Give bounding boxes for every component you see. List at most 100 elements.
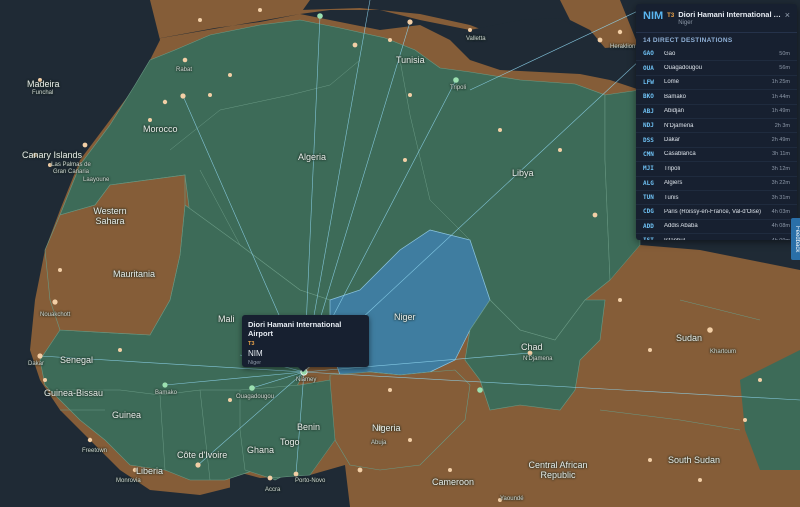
label-benin: Benin — [297, 422, 321, 432]
tooltip-airport-name: Diori Hamani International Airport — [248, 320, 342, 338]
airport-tooltip: Diori Hamani International Airport T3 NI… — [242, 315, 369, 372]
destination-flight-time: 2h 3m — [774, 122, 790, 129]
label-valletta: Valletta — [466, 36, 486, 42]
destination-row[interactable]: TUN Tunis 3h 31m — [636, 191, 797, 206]
label-rabat: Rabat — [176, 67, 193, 73]
label-ghana: Ghana — [247, 445, 275, 455]
label-accra: Accra — [265, 487, 281, 493]
label-tripoli: Tripoli — [450, 85, 467, 91]
destination-name: Addis Ababa — [664, 223, 698, 230]
label-mali: Mali — [218, 314, 235, 324]
label-car: Central African Republic — [528, 460, 588, 480]
tooltip-country: Niger — [248, 360, 262, 366]
destination-name: Bamako — [664, 93, 687, 100]
destination-name: N'Djamena — [664, 122, 694, 129]
label-cote-divoire: Côte d'Ivoire — [177, 450, 228, 460]
label-liberia: Liberia — [136, 466, 164, 476]
label-niger: Niger — [394, 312, 416, 322]
destination-row[interactable]: ISTIstanbul4h 09m — [636, 234, 797, 240]
destination-code: LFW — [643, 78, 654, 86]
label-algeria: Algeria — [298, 152, 327, 162]
destination-code: GAO — [643, 50, 654, 58]
destination-flight-time: 1h 44m — [771, 93, 790, 100]
destination-flight-time: 56m — [779, 65, 790, 72]
label-heraklion: Heraklion — [610, 44, 636, 50]
panel-airport-code: NIM — [643, 10, 664, 22]
destination-row[interactable]: CDG Paris (Roissy-en-France, Val-d'Oise) 4… — [636, 205, 797, 220]
label-madeira: Madeira — [27, 79, 60, 89]
label-porto-novo: Porto-Novo — [295, 478, 326, 484]
destination-flight-time: 50m — [779, 50, 790, 57]
destination-code: ALG — [643, 179, 654, 187]
destination-row[interactable]: LFW Lomé 1h 25m — [636, 76, 797, 91]
label-khartoum: Khartoum — [710, 349, 737, 355]
destination-row[interactable]: ABJ Abidjan 1h 49m — [636, 105, 797, 119]
destination-code: DSS — [643, 136, 654, 144]
label-yaounde: Yaoundé — [500, 496, 524, 502]
destination-name: Istanbul — [664, 238, 772, 240]
destination-code: ADD — [643, 222, 654, 230]
destination-row[interactable]: OUA Ouagadougou 56m — [636, 61, 797, 76]
label-south-sudan: South Sudan — [668, 455, 721, 465]
panel-tier-badge: T3 — [667, 13, 675, 19]
destination-flight-time: 2h 49m — [771, 137, 790, 144]
label-monrovia: Monrovia — [116, 478, 141, 484]
label-guinea: Guinea — [112, 410, 142, 420]
tooltip-tier-badge: T3 — [248, 341, 255, 347]
label-tunisia: Tunisia — [396, 55, 425, 65]
label-mauritania: Mauritania — [113, 269, 156, 279]
label-canary: Canary Islands — [22, 150, 83, 160]
destination-row[interactable]: ADD Addis Ababa 4h 08m — [636, 220, 797, 235]
label-togo: Togo — [280, 437, 300, 447]
destination-name: Casablanca — [664, 151, 696, 158]
close-icon[interactable]: × — [785, 10, 790, 20]
destination-row[interactable]: DSS Dakar 2h 49m — [636, 133, 797, 148]
label-abuja: Abuja — [371, 440, 387, 446]
destination-flight-time: 3h 31m — [771, 194, 790, 201]
tooltip-arrow — [298, 367, 308, 372]
destination-code: MJI — [643, 165, 654, 173]
panel-title-wrap: Diori Hamani International A... Niger — [678, 10, 782, 26]
destination-name: Lomé — [664, 79, 680, 86]
destination-row[interactable]: GAO Gao 50m — [636, 47, 797, 62]
destination-name: Ouagadougou — [664, 65, 703, 72]
destination-name: Paris (Roissy-en-France, Val-d'Oise) — [664, 208, 762, 215]
destination-code: NDJ — [643, 122, 654, 130]
label-bamako: Bamako — [155, 390, 178, 396]
destination-code: TUN — [643, 194, 654, 202]
destination-name: Abidjan — [664, 108, 685, 115]
destination-name: Tunis — [664, 194, 679, 201]
destination-row[interactable]: MJI Tripoli 3h 12m — [636, 162, 797, 177]
destination-row[interactable]: NDJ N'Djamena 2h 3m — [636, 119, 797, 134]
label-ouagadougou: Ouagadougou — [236, 394, 275, 400]
tooltip-airport-code: NIM — [248, 349, 263, 358]
airport-detail-panel: NIM T3 Diori Hamani International A... N… — [636, 4, 797, 240]
label-senegal: Senegal — [60, 355, 94, 365]
destination-code: IST — [643, 237, 664, 240]
destination-row[interactable]: CMN Casablanca 3h 11m — [636, 148, 797, 163]
label-laspalmas: Las Palmas de Gran Canaria — [51, 162, 91, 175]
destination-code: ABJ — [643, 107, 654, 115]
destination-name: Algiers — [664, 180, 683, 187]
destination-row[interactable]: BKO Bamako 1h 44m — [636, 90, 797, 105]
label-cameroon: Cameroon — [432, 477, 475, 487]
label-ndjamena: N'Djamena — [523, 356, 553, 362]
eastern-served — [604, 89, 641, 281]
label-niamey: Niamey — [296, 377, 317, 383]
panel-header: NIM T3 Diori Hamani International A... N… — [636, 4, 797, 30]
feedback-tab[interactable]: Feedback — [791, 218, 800, 260]
label-western-sahara: Western Sahara — [93, 206, 127, 226]
destination-flight-time: 4h 08m — [771, 223, 790, 230]
label-morocco: Morocco — [143, 124, 178, 134]
label-funchal: Funchal — [32, 90, 54, 96]
destination-flight-time: 3h 11m — [772, 151, 790, 158]
destination-code: BKO — [643, 93, 654, 101]
destination-flight-time: 1h 49m — [771, 108, 790, 115]
label-nigeria: Nigeria — [372, 423, 401, 433]
label-dakar: Dakar — [28, 361, 45, 367]
label-laayoune: Laayoune — [83, 177, 110, 183]
destination-row[interactable]: ALG Algiers 3h 22m — [636, 177, 797, 191]
destination-flight-time: 3h 22m — [771, 180, 790, 187]
panel-country: Niger — [678, 20, 693, 26]
destination-code: CMN — [643, 150, 654, 158]
